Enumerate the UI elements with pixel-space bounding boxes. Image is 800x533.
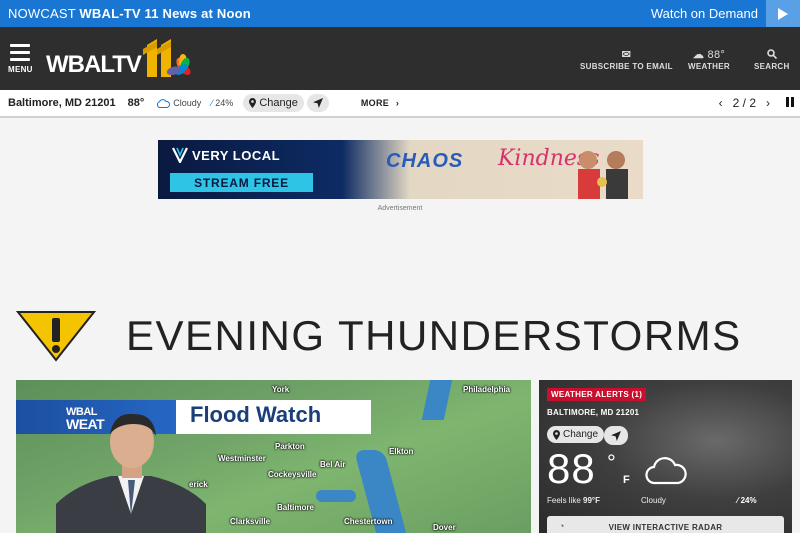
header-weather-temp: 88° bbox=[707, 49, 726, 61]
map-town-york: York bbox=[272, 385, 290, 394]
menu-button[interactable]: MENU bbox=[8, 44, 32, 74]
warning-icon bbox=[16, 311, 96, 362]
strip-location: Baltimore, MD 21201 bbox=[8, 97, 116, 109]
advertisement-banner[interactable]: VERY LOCAL STREAM FREE CHAOS Kindness bbox=[158, 140, 643, 199]
ad-brand: VERY LOCAL bbox=[192, 147, 281, 163]
strip-temp: 88° bbox=[127, 97, 145, 109]
strip-condition: Cloudy bbox=[173, 98, 202, 108]
pager: ‹ 2 / 2 › bbox=[719, 96, 800, 110]
weather-button[interactable]: ☁ 88° WEATHER bbox=[688, 49, 730, 71]
weather-card-city: BALTIMORE, MD 21201 bbox=[547, 408, 640, 417]
raindrop-icon: ⁄ bbox=[737, 496, 739, 505]
weather-alerts-badge[interactable]: WEATHER ALERTS (1) bbox=[547, 388, 647, 401]
cloud-icon bbox=[157, 98, 171, 108]
play-icon bbox=[778, 7, 788, 20]
map-town-parkton: Parkton bbox=[275, 442, 305, 451]
feels-like: Feels like 99°F bbox=[547, 496, 601, 505]
page-indicator: 2 / 2 bbox=[732, 96, 756, 110]
subscribe-label: SUBSCRIBE TO EMAIL bbox=[580, 62, 673, 71]
nowcast-title: WBAL-TV 11 News at Noon bbox=[79, 6, 251, 21]
weather-card: WEATHER ALERTS (1) BALTIMORE, MD 21201 C… bbox=[539, 380, 792, 533]
logo-wordmark: WBALTV bbox=[46, 51, 142, 78]
map-town-elkton: Elkton bbox=[389, 447, 414, 456]
watch-on-demand-link[interactable]: Watch on Demand bbox=[651, 6, 766, 21]
weather-card-location-button[interactable] bbox=[604, 426, 628, 445]
weather-card-change-label: Change bbox=[563, 429, 599, 440]
search-label: SEARCH bbox=[754, 62, 790, 71]
map-town-baltimore: Baltimore bbox=[277, 503, 314, 512]
chevron-right-icon[interactable]: › bbox=[766, 96, 770, 110]
map-pin-icon bbox=[249, 98, 257, 108]
map-town-belair: Bel Air bbox=[320, 460, 346, 469]
search-icon bbox=[754, 49, 790, 62]
feels-like-value: 99°F bbox=[583, 496, 601, 505]
weather-label: WEATHER bbox=[688, 62, 730, 71]
map-pin-icon bbox=[553, 429, 560, 440]
radar-label: VIEW INTERACTIVE RADAR bbox=[608, 522, 723, 532]
nowcast-prefix: NOWCAST bbox=[8, 6, 76, 21]
bay-inlet bbox=[316, 490, 356, 502]
raindrop-icon: ⁄ bbox=[211, 98, 213, 108]
change-label: Change bbox=[259, 97, 298, 109]
more-label: MORE bbox=[360, 98, 390, 108]
map-town-cockeysville: Cockeysville bbox=[268, 470, 317, 479]
map-town-dover: Dover bbox=[433, 523, 456, 532]
ad-people-image bbox=[578, 151, 628, 199]
ad-stream-free: STREAM FREE bbox=[170, 173, 313, 192]
flood-watch-title: Flood Watch bbox=[190, 402, 322, 427]
cloud-icon bbox=[645, 457, 687, 485]
more-button[interactable]: MORE › bbox=[361, 98, 399, 108]
map-town-clarksville: Clarksville bbox=[230, 517, 271, 526]
weather-card-unit: F bbox=[623, 474, 630, 486]
map-town-chestertown: Chestertown bbox=[344, 517, 393, 526]
radar-icon: ◔ bbox=[559, 521, 565, 531]
very-local-logo-icon bbox=[172, 147, 188, 163]
weather-card-change-button[interactable]: Change bbox=[547, 426, 605, 443]
hamburger-icon bbox=[8, 44, 32, 61]
weather-card-temp: 88 bbox=[547, 445, 596, 492]
search-button[interactable]: SEARCH bbox=[754, 49, 790, 71]
map-town-philadelphia: Philadelphia bbox=[463, 385, 511, 394]
use-my-location-button[interactable] bbox=[306, 94, 329, 112]
weather-card-rain: ⁄ 24% bbox=[737, 496, 757, 505]
subscribe-email-button[interactable]: ✉ SUBSCRIBE TO EMAIL bbox=[580, 49, 673, 71]
map-town-westminster: Westminster bbox=[218, 454, 266, 463]
chevron-right-icon: › bbox=[395, 98, 400, 108]
strip-rain: 24% bbox=[215, 98, 234, 108]
meteorologist-image bbox=[56, 413, 206, 533]
view-interactive-radar-button[interactable]: ◔ VIEW INTERACTIVE RADAR bbox=[547, 516, 784, 533]
nowcast-text[interactable]: NOWCAST WBAL-TV 11 News at Noon bbox=[0, 6, 251, 21]
weather-card-condition: Cloudy bbox=[641, 496, 666, 505]
location-arrow-icon bbox=[611, 430, 621, 441]
play-button[interactable] bbox=[766, 0, 800, 27]
nowcast-banner[interactable]: NOWCAST WBAL-TV 11 News at Noon Watch on… bbox=[0, 0, 800, 27]
river bbox=[421, 380, 453, 420]
pause-icon[interactable] bbox=[786, 96, 794, 110]
envelope-icon: ✉ bbox=[621, 49, 632, 61]
cloud-icon: ☁ bbox=[692, 49, 705, 61]
alert-headline: EVENING THUNDERSTORMS bbox=[126, 312, 742, 359]
change-location-button[interactable]: Change bbox=[243, 94, 304, 112]
site-header: MENU WBALTV ✉ SUBSCRIBE TO EMAIL ☁ 88° W… bbox=[0, 27, 800, 90]
site-logo[interactable]: WBALTV bbox=[46, 39, 221, 79]
menu-label: MENU bbox=[8, 65, 33, 74]
location-arrow-icon bbox=[312, 98, 323, 108]
weather-card-degree: ° bbox=[607, 450, 616, 475]
logo-11-peacock-icon bbox=[142, 39, 191, 77]
weather-video-player[interactable]: York Philadelphia Parkton Westminster Be… bbox=[16, 380, 531, 533]
chevron-left-icon[interactable]: ‹ bbox=[719, 96, 723, 110]
advertisement-label: Advertisement bbox=[377, 205, 423, 212]
weather-strip: Baltimore, MD 21201 88° Cloudy ⁄ 24% Cha… bbox=[0, 90, 800, 118]
ad-title-chaos: CHAOS bbox=[386, 150, 464, 172]
